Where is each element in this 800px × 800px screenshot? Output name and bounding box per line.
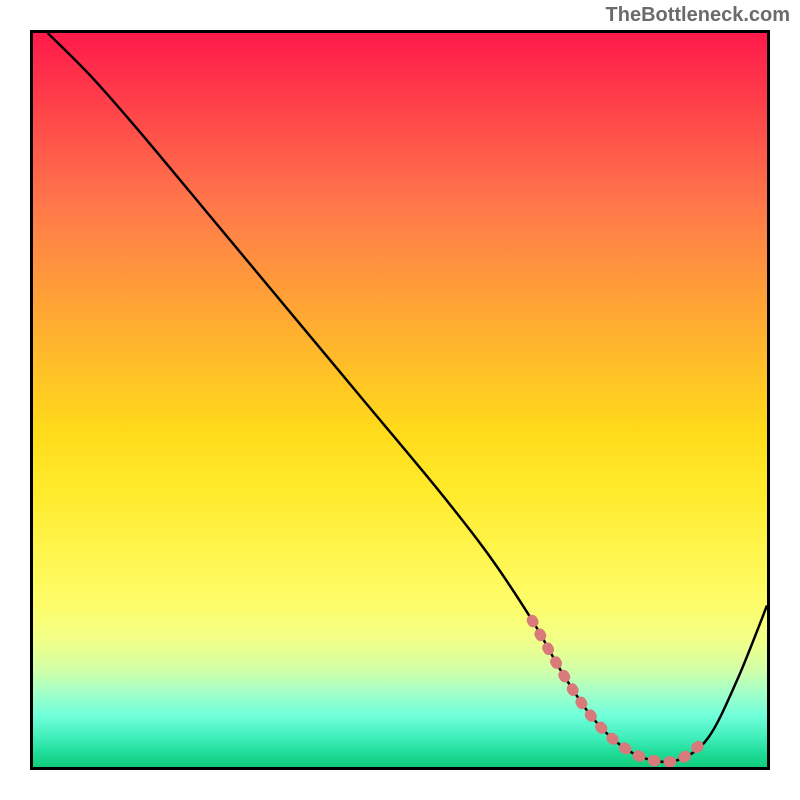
highlight-region [33, 33, 767, 767]
chart-container [30, 30, 770, 770]
watermark-text: TheBottleneck.com [606, 4, 790, 27]
